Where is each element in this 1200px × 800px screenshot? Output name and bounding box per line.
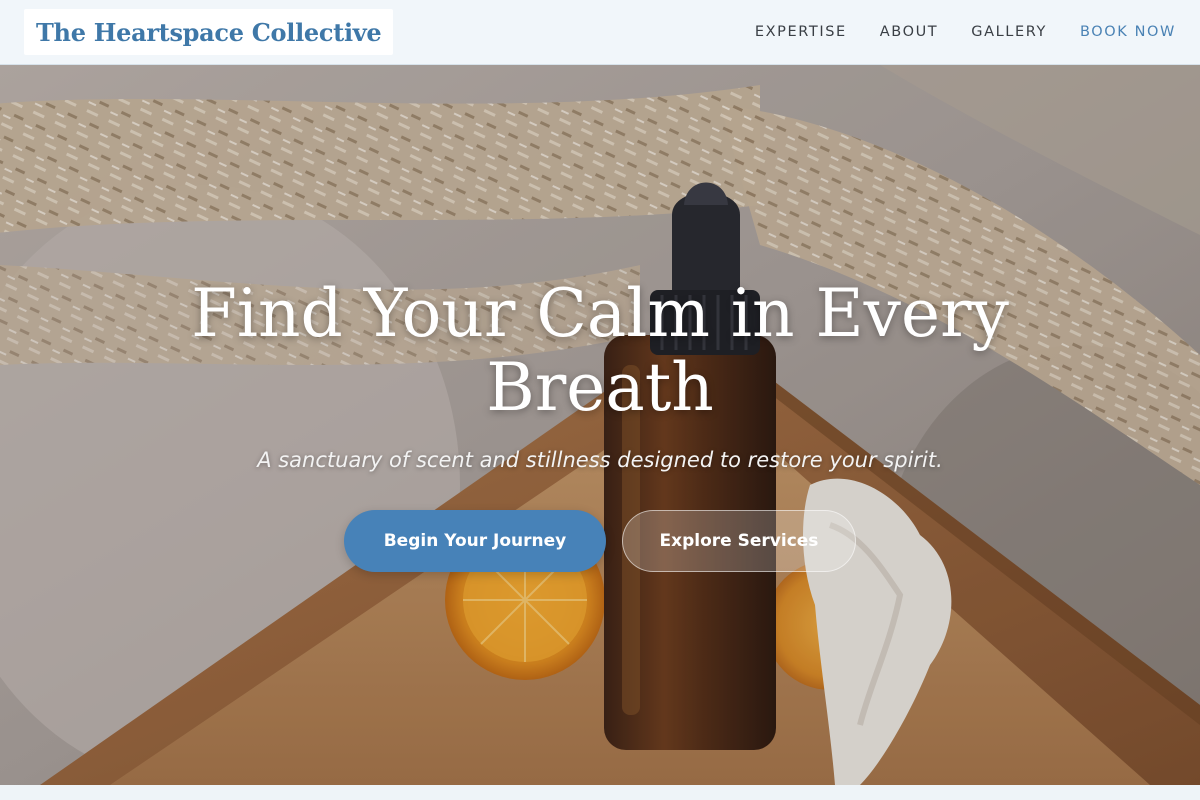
hero-content: Find Your Calm in Every Breath A sanctua…: [0, 65, 1200, 785]
nav-link-book-now[interactable]: BOOK NOW: [1080, 24, 1176, 40]
nav-link-gallery[interactable]: GALLERY: [971, 24, 1047, 40]
nav-link-expertise[interactable]: EXPERTISE: [755, 24, 847, 40]
hero-title: Find Your Calm in Every Breath: [191, 275, 1009, 426]
begin-journey-button[interactable]: Begin Your Journey: [344, 510, 606, 572]
site-header: The Heartspace Collective EXPERTISE ABOU…: [0, 0, 1200, 65]
page-bottom-strip: [0, 785, 1200, 800]
hero-subtitle: A sanctuary of scent and stillness desig…: [257, 448, 943, 472]
explore-services-button[interactable]: Explore Services: [622, 510, 856, 572]
site-logo[interactable]: The Heartspace Collective: [24, 9, 394, 55]
hero-section: Find Your Calm in Every Breath A sanctua…: [0, 65, 1200, 785]
nav-link-about[interactable]: ABOUT: [880, 24, 939, 40]
main-nav: EXPERTISE ABOUT GALLERY BOOK NOW: [755, 24, 1176, 40]
